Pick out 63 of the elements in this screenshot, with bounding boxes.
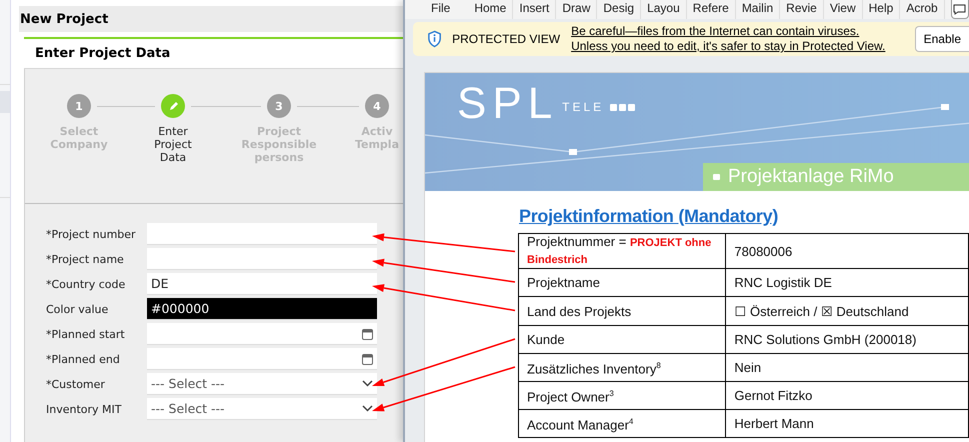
input-field[interactable]: DE [147,273,377,295]
date-field[interactable] [147,348,377,370]
table-cell: ☐ Österreich / ☒ Deutschland [726,296,968,326]
protected-view-title: PROTECTED VIEW [452,32,560,46]
ribbon-tab[interactable]: View [824,0,863,19]
field-value: #000000 [151,301,210,316]
select-value: --- Select --- [151,376,225,391]
table-cell: RNC Solutions GmbH (200018) [726,326,968,354]
table-cell: Herbert Mann [726,410,968,438]
page-title: New Project [19,6,403,32]
ribbon-tab[interactable]: Layou [641,0,687,19]
table-cell: Account Manager$^{4}$ [518,410,726,438]
field-label: Inventory MIT [46,402,122,416]
section-heading: Projektinformation (Mandatory) [519,206,778,227]
field-label: *Project name [46,252,125,266]
ribbon-tab[interactable]: Desig [597,0,642,19]
input-field[interactable] [147,248,377,270]
ribbon-tab[interactable]: Acrob [900,0,945,19]
select-value: --- Select --- [151,401,225,416]
sidebar-item[interactable] [0,91,10,113]
step-label: Enter Project Data [153,125,193,164]
enable-editing-button[interactable]: Enable [914,26,969,52]
shield-info-icon [427,30,442,48]
select-field[interactable]: --- Select --- [147,398,377,420]
chevron-down-icon[interactable] [362,405,373,412]
date-field[interactable] [147,323,377,345]
table-cell: Projektname [518,268,726,296]
table-cell: Projektnummer = PROJEKT ohne Bindestrich [518,234,726,268]
ribbon-tab[interactable]: Insert [513,0,556,19]
logo: SPL [457,79,558,129]
ribbon-tab[interactable]: Draw [556,0,598,19]
select-field[interactable]: --- Select --- [147,373,377,395]
ribbon-tab[interactable]: Help [862,0,900,19]
comment-icon[interactable] [950,0,969,19]
field-label: Color value [46,302,110,316]
field-label: *Project number [46,228,137,240]
field-value: DE [151,276,169,291]
field-label: *Planned start [46,328,126,340]
calendar-icon[interactable] [362,328,373,340]
table-cell: Zusätzliches Inventory$^{8}$ [518,354,726,382]
color-field[interactable]: #000000 [147,298,377,320]
field-label: *Customer [46,378,106,390]
table-cell: Nein [726,354,968,382]
input-field[interactable] [147,223,377,245]
field-label: *Country code [46,278,126,290]
logo-suffix: TELE [562,100,604,114]
ribbon-tab[interactable]: Mailin [736,0,780,19]
field-label: *Planned end [46,352,121,366]
table-cell: Land des Projekts [518,296,726,326]
chevron-down-icon[interactable] [362,380,373,387]
pencil-step-icon[interactable] [161,94,185,118]
protected-view-link[interactable]: Be careful—files from the Internet can contain viruses. Unless you need to edit, it's safer to stay in Protected View. [571,24,892,54]
table-cell: RNC Logistik DE [726,268,968,296]
table-cell: Kunde [518,326,726,354]
ribbon-tab[interactable]: Refere [686,0,736,19]
table-cell: 78080006 [726,234,968,268]
ribbon-tab[interactable]: Revie [780,0,824,19]
calendar-icon[interactable] [362,352,373,364]
ribbon-tab[interactable]: Home [468,0,514,19]
table-cell: Gernot Fitzko [726,382,968,410]
ribbon-tab[interactable]: File [425,0,468,19]
table-cell: Project Owner$^{3}$ [518,382,726,410]
dots-icon [610,104,636,110]
